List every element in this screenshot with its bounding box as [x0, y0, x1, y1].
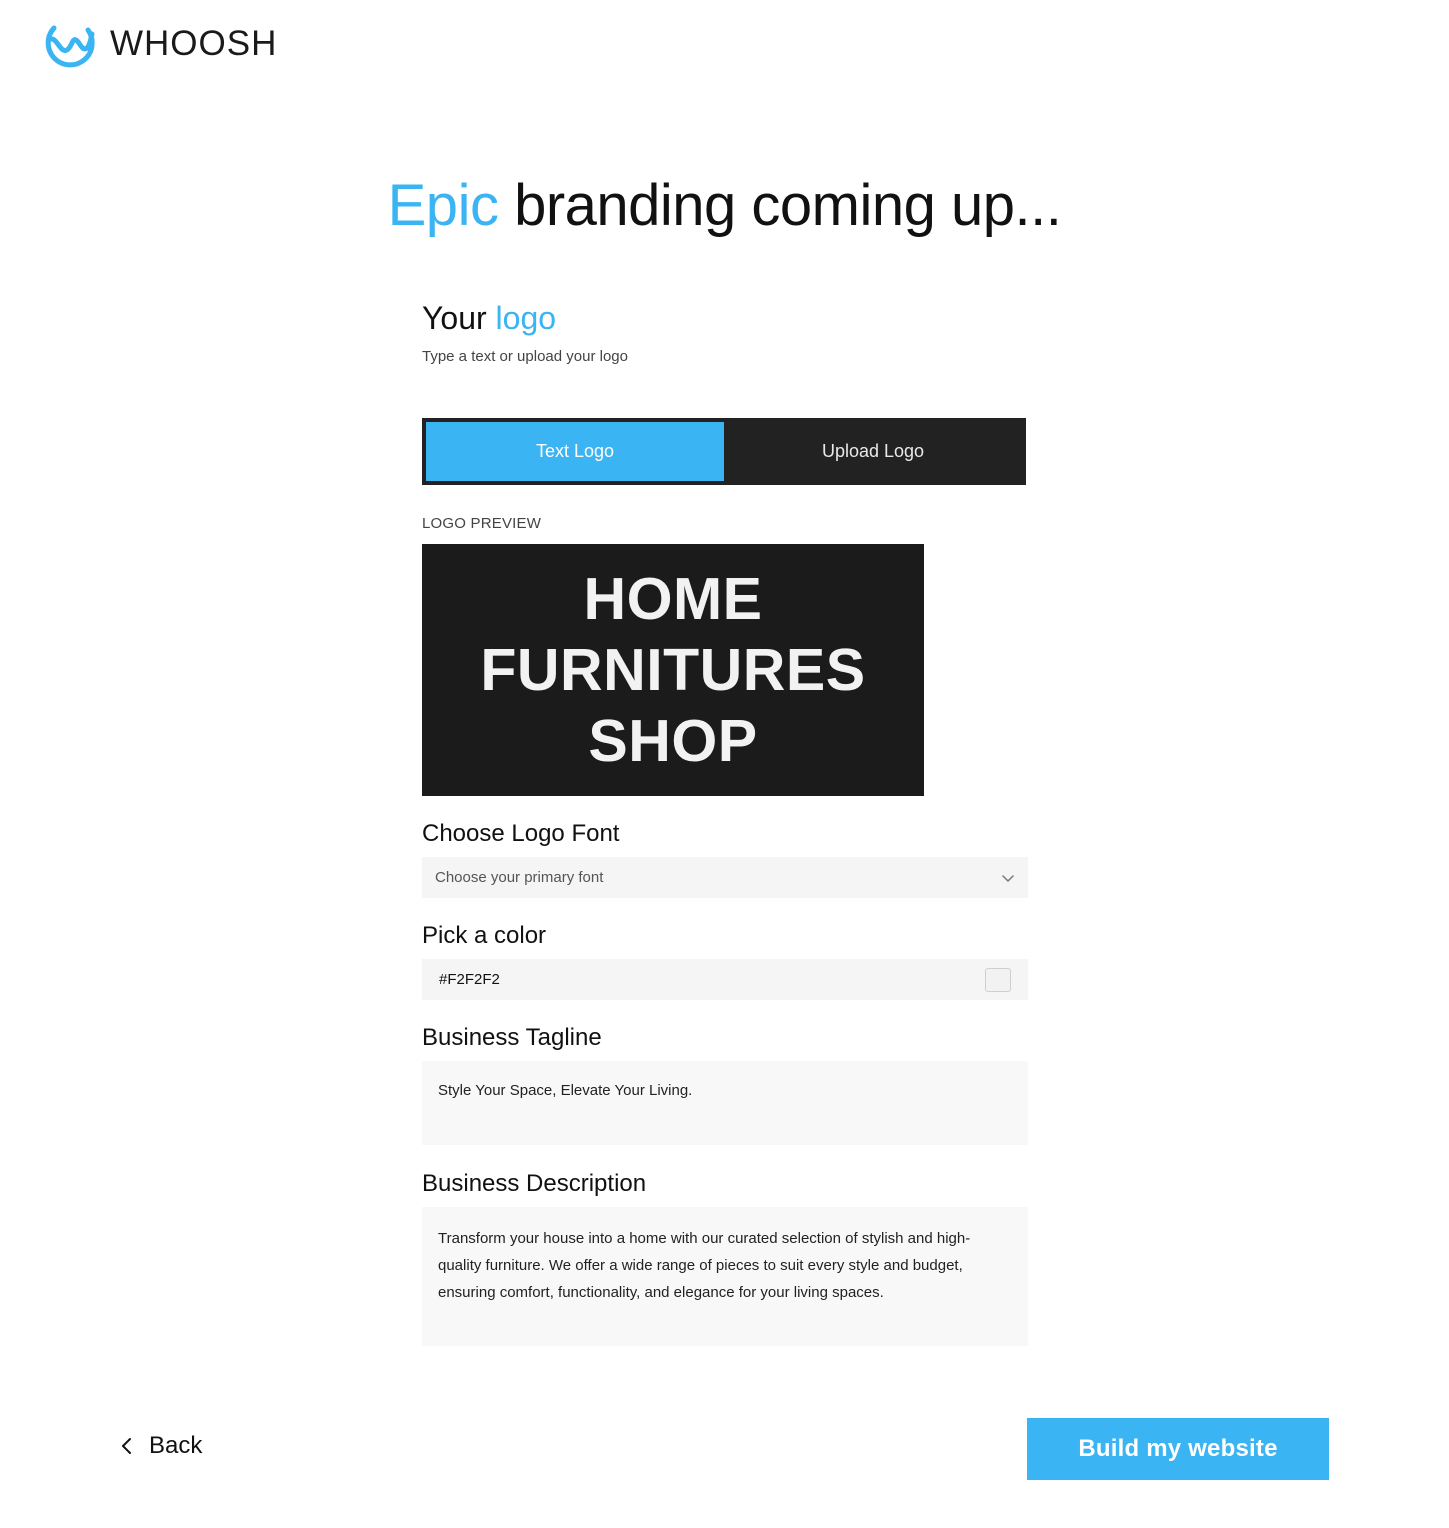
logo-preview-line: SHOP	[588, 707, 758, 774]
logo-section-title: Your logo	[422, 300, 1028, 337]
tab-upload-logo[interactable]: Upload Logo	[724, 422, 1022, 481]
logo-preview: HOME FURNITURES SHOP	[422, 544, 924, 796]
description-textarea[interactable]: Transform your house into a home with ou…	[422, 1207, 1028, 1346]
page-headline: Epic branding coming up...	[0, 172, 1449, 239]
color-label: Pick a color	[422, 922, 547, 949]
brand-logo[interactable]: WHOOSH	[42, 16, 277, 72]
whoosh-wave-logo-icon	[45, 25, 95, 68]
logo-title-prefix: Your	[422, 300, 496, 336]
font-select[interactable]: Choose your primary font	[422, 857, 1028, 898]
back-button[interactable]: Back	[118, 1432, 202, 1460]
chevron-left-icon	[122, 1438, 131, 1454]
logo-preview-label: LOGO PREVIEW	[422, 515, 542, 532]
headline-rest: branding coming up...	[498, 173, 1062, 238]
logo-type-tabs: Text Logo Upload Logo	[422, 418, 1026, 485]
build-website-button[interactable]: Build my website	[1027, 1418, 1329, 1480]
color-swatch[interactable]	[985, 967, 1011, 992]
logo-preview-line: FURNITURES	[480, 636, 866, 703]
headline-accent: Epic	[387, 173, 499, 238]
color-value: #F2F2F2	[439, 971, 500, 988]
color-input[interactable]: #F2F2F2	[422, 959, 1028, 1000]
description-label: Business Description	[422, 1170, 647, 1197]
logo-title-accent: logo	[495, 300, 557, 336]
font-select-placeholder: Choose your primary font	[435, 869, 604, 886]
tab-text-logo[interactable]: Text Logo	[426, 422, 724, 481]
brand-name: WHOOSH	[110, 24, 278, 63]
back-label: Back	[149, 1432, 203, 1459]
chevron-down-icon	[1002, 874, 1014, 882]
tagline-textarea[interactable]: Style Your Space, Elevate Your Living.	[422, 1061, 1028, 1145]
font-label: Choose Logo Font	[422, 820, 620, 847]
logo-section-subtitle: Type a text or upload your logo	[422, 348, 628, 365]
tagline-label: Business Tagline	[422, 1024, 602, 1051]
logo-preview-line: HOME	[583, 565, 763, 632]
